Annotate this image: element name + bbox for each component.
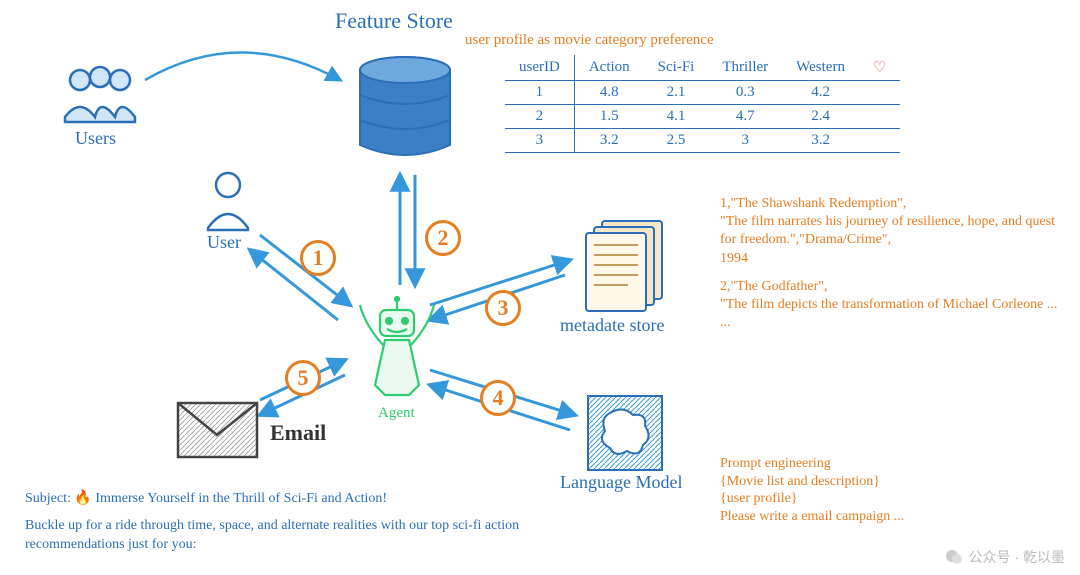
feature-store-subtitle: user profile as movie category preferenc… — [465, 32, 714, 49]
col-userid: userID — [505, 55, 574, 81]
table-row: 33.22.533.2 — [505, 129, 900, 153]
heart-icon: ♡ — [859, 55, 900, 81]
metadata-store-icon — [580, 215, 675, 320]
feature-store-title: Feature Store — [335, 8, 453, 34]
step-4: 4 — [480, 380, 516, 416]
profile-table: userID Action Sci-Fi Thriller Western ♡ … — [505, 55, 900, 153]
step-3: 3 — [485, 290, 521, 326]
col-action: Action — [574, 55, 643, 81]
col-western: Western — [782, 55, 859, 81]
step-5: 5 — [285, 360, 321, 396]
table-row: 14.82.10.34.2 — [505, 81, 900, 105]
fire-icon: 🔥 — [74, 491, 91, 506]
user-icon — [203, 170, 253, 240]
wechat-icon — [945, 548, 963, 566]
users-label: Users — [75, 128, 116, 149]
metadata-sample-text: 1,"The Shawshank Redemption", "The film … — [720, 195, 1060, 332]
step-1: 1 — [300, 240, 336, 276]
table-header-row: userID Action Sci-Fi Thriller Western ♡ — [505, 55, 900, 81]
language-model-icon — [585, 393, 665, 478]
email-label: Email — [270, 420, 326, 446]
watermark: 公众号 · 乾以墨 — [945, 547, 1065, 567]
database-icon — [355, 55, 455, 170]
agent-icon — [355, 295, 435, 415]
metadata-store-label: metadate store — [560, 315, 664, 336]
prompt-sample-text: Prompt engineering {Movie list and descr… — [720, 455, 1040, 525]
step-2: 2 — [425, 220, 461, 256]
agent-label: Agent — [378, 405, 415, 422]
email-sample-text: Subject: 🔥 Immerse Yourself in the Thril… — [25, 490, 605, 555]
col-thriller: Thriller — [708, 55, 782, 81]
user-label: User — [207, 232, 241, 253]
email-icon — [175, 400, 260, 465]
col-scifi: Sci-Fi — [644, 55, 709, 81]
users-icon — [55, 62, 145, 137]
table-row: 21.54.14.72.4 — [505, 105, 900, 129]
